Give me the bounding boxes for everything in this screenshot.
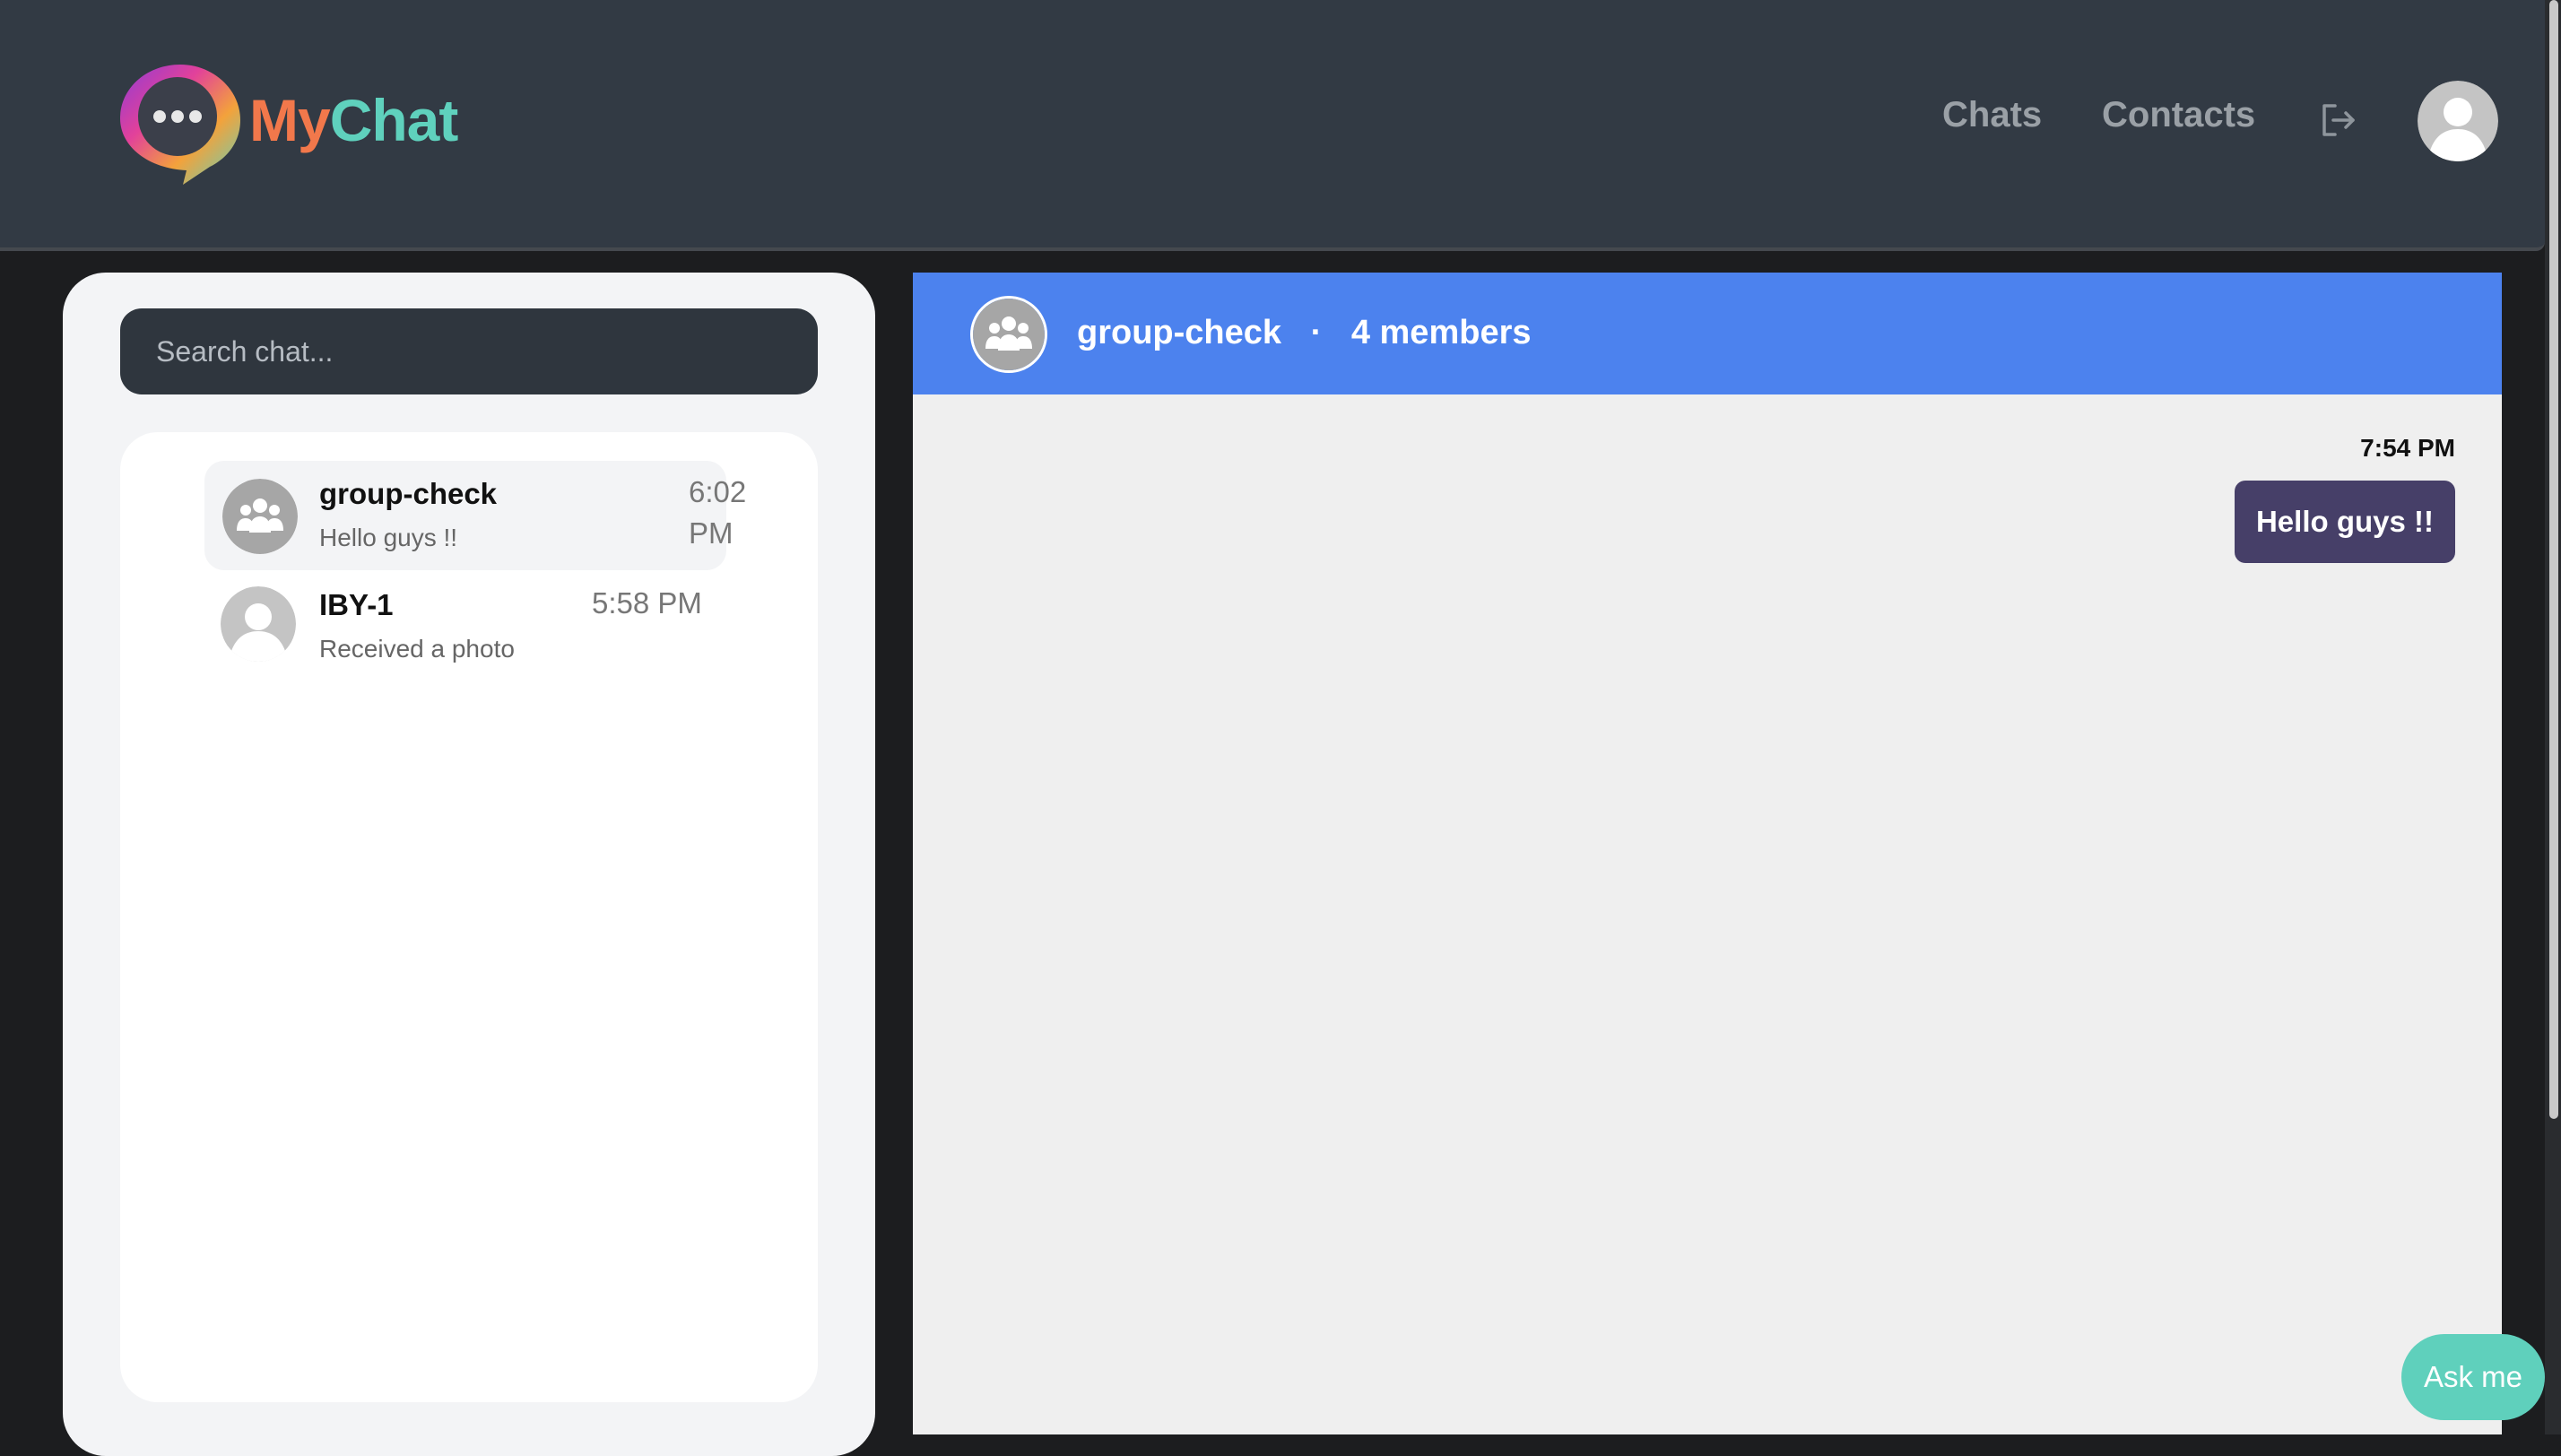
search-chat-input[interactable]	[120, 308, 818, 394]
brand-chat: Chat	[329, 87, 459, 153]
brand-my: My	[249, 87, 331, 153]
brand-name: MyChat	[249, 86, 459, 154]
mychat-logo-icon[interactable]	[113, 59, 247, 188]
chat-list-item-iby-1[interactable]: IBY-1 Received a photo 5:58 PM	[204, 576, 726, 674]
title-separator: ·	[1310, 314, 1323, 351]
conversation-header: group-check · 4 members	[913, 273, 2502, 394]
chat-list-item-time: 5:58 PM	[592, 586, 702, 620]
chat-list-panel: group-check Hello guys !! 6:02 PM IBY-1 …	[63, 273, 875, 1456]
message-timestamp: 7:54 PM	[2360, 434, 2455, 462]
nav-contacts-link[interactable]: Contacts	[2102, 95, 2255, 135]
group-icon[interactable]	[970, 296, 1047, 373]
conversation-name: group-check	[1077, 314, 1282, 351]
ask-me-button[interactable]: Ask me	[2401, 1334, 2545, 1420]
message-text: Hello guys !!	[2255, 505, 2434, 538]
chat-list-item-group-check[interactable]: group-check Hello guys !! 6:02 PM	[204, 461, 746, 570]
chat-list: group-check Hello guys !! 6:02 PM IBY-1 …	[120, 432, 818, 1402]
top-navbar: MyChat Chats Contacts	[0, 0, 2545, 251]
chat-list-item-name: IBY-1	[319, 588, 394, 621]
chat-list-item-preview: Hello guys !!	[319, 524, 458, 551]
group-icon	[222, 479, 298, 554]
member-count: 4 members	[1350, 314, 1532, 351]
nav-chats-link[interactable]: Chats	[1942, 95, 2042, 135]
message-bubble-outgoing: Hello guys !!	[2234, 481, 2455, 563]
chat-list-item-preview: Received a photo	[319, 635, 515, 663]
logout-icon[interactable]	[2319, 100, 2358, 140]
profile-avatar-icon[interactable]	[2418, 81, 2498, 161]
conversation-title: group-check · 4 members	[1077, 314, 1532, 352]
ask-me-label: Ask me	[2423, 1360, 2523, 1393]
conversation-panel: group-check · 4 members 7:54 PM Hello gu…	[913, 273, 2502, 1434]
user-avatar-icon	[221, 586, 296, 662]
chat-list-item-time: 6:02 PM	[689, 475, 747, 550]
page-scrollbar-thumb[interactable]	[2549, 0, 2558, 1119]
chat-list-item-name: group-check	[319, 477, 498, 510]
